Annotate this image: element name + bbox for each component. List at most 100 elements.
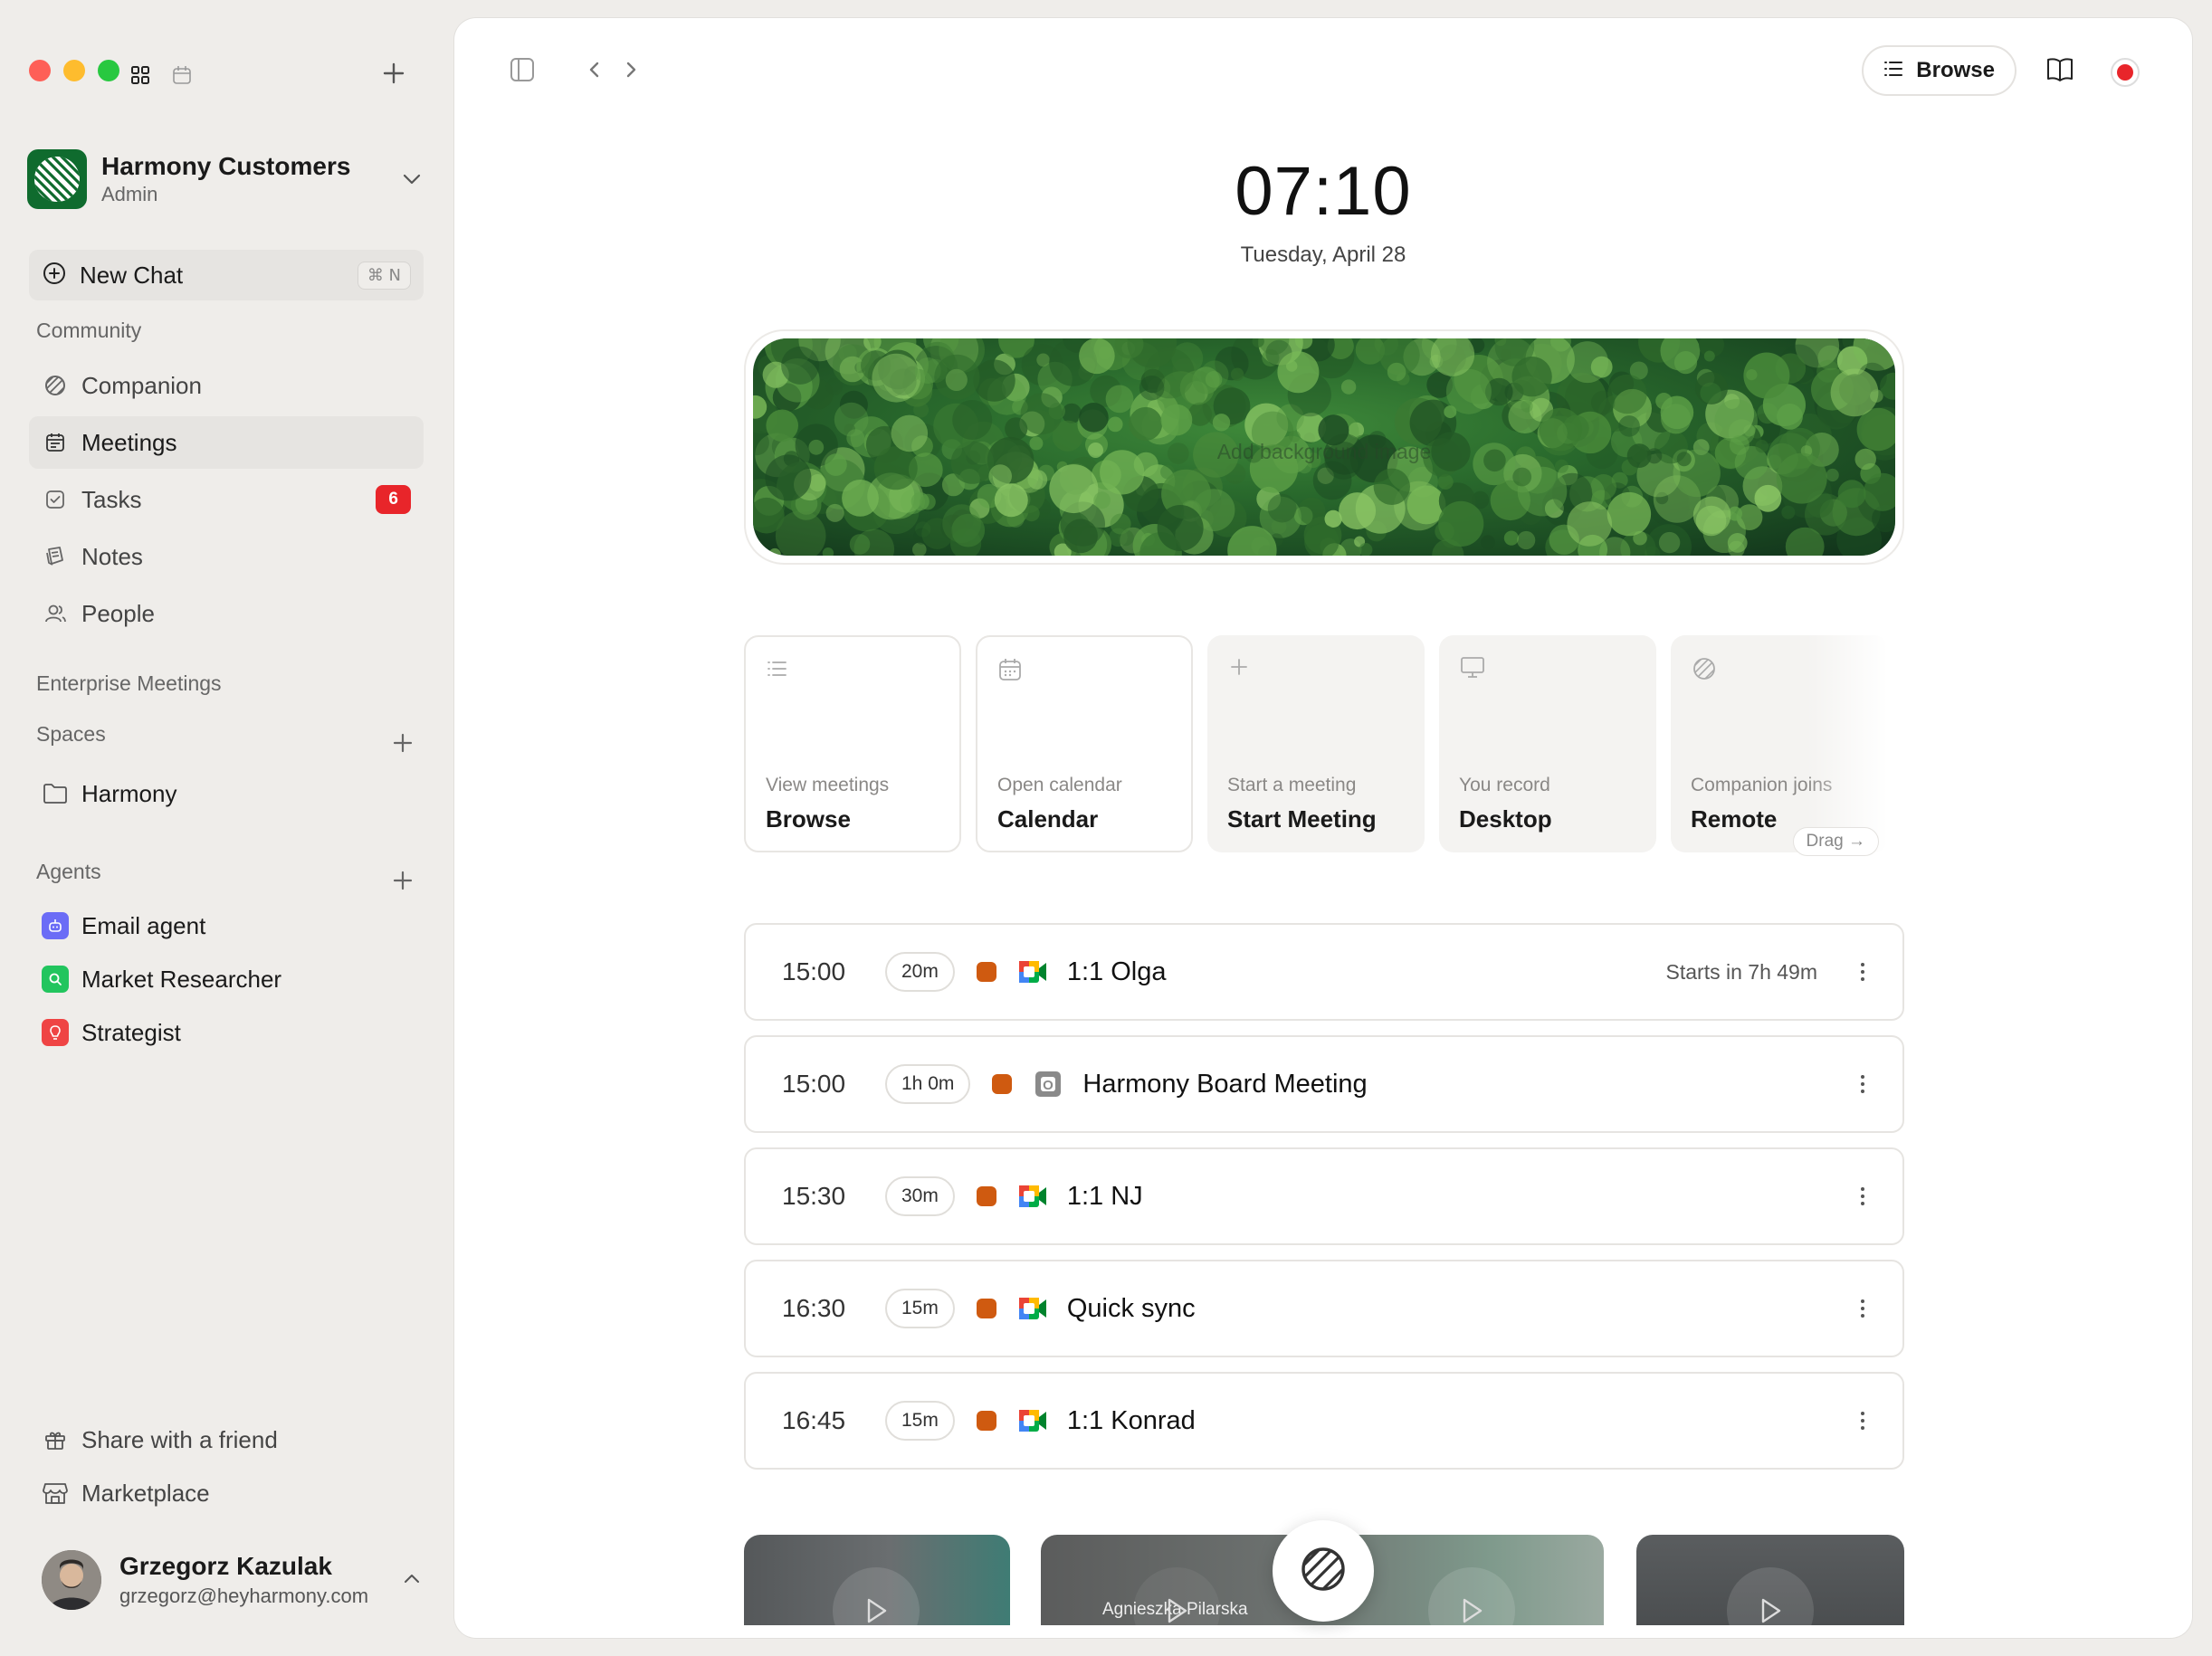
spaces-section-label: Spaces <box>36 722 106 746</box>
marketplace-link[interactable]: Marketplace <box>29 1467 424 1519</box>
more-options-icon[interactable] <box>1854 963 1872 981</box>
sidebar-item-label: Strategist <box>81 1018 181 1046</box>
drag-hint-pill[interactable]: Drag → <box>1792 827 1879 856</box>
checkbox-icon <box>42 486 69 513</box>
quick-action-title: Remote <box>1691 805 1778 833</box>
meeting-row[interactable]: 16:45 15m 1:1 Konrad <box>744 1372 1904 1470</box>
more-options-icon[interactable] <box>1854 1075 1872 1093</box>
sidebar-toggle-icon[interactable] <box>509 56 536 88</box>
record-button[interactable] <box>2111 58 2140 87</box>
user-email: grzegorz@heyharmony.com <box>119 1585 369 1607</box>
forest-background-image[interactable]: Add background image <box>753 338 1895 556</box>
sidebar-item-label: Notes <box>81 542 143 570</box>
workspace-switcher[interactable]: Harmony Customers Admin <box>27 148 425 210</box>
quick-action-title: Calendar <box>997 805 1099 833</box>
meeting-row[interactable]: 15:30 30m 1:1 NJ <box>744 1147 1904 1245</box>
add-space-plus-icon[interactable] <box>389 729 416 761</box>
store-icon <box>42 1480 69 1507</box>
more-options-icon[interactable] <box>1854 1299 1872 1318</box>
sidebar-item-email-agent[interactable]: Email agent <box>29 899 424 952</box>
quick-action-calendar[interactable]: Open calendar Calendar <box>976 635 1193 852</box>
meeting-row[interactable]: 15:00 20m 1:1 Olga Starts in 7h 49m <box>744 923 1904 1021</box>
meeting-time: 15:00 <box>782 1070 846 1098</box>
quick-action-start-meeting[interactable]: Start a meeting Start Meeting <box>1207 635 1425 852</box>
play-icon[interactable] <box>833 1567 920 1625</box>
clock-time: 07:10 <box>1235 153 1412 230</box>
add-agent-plus-icon[interactable] <box>389 867 416 899</box>
sidebar-item-label: Companion <box>81 371 202 399</box>
more-options-icon[interactable] <box>1854 1412 1872 1430</box>
play-icon[interactable] <box>1133 1567 1220 1625</box>
book-icon[interactable] <box>2045 56 2074 88</box>
meeting-time: 15:30 <box>782 1182 846 1210</box>
community-section-label: Community <box>36 319 142 342</box>
recording-thumbnail[interactable] <box>1636 1535 1904 1625</box>
sidebar-item-tasks[interactable]: Tasks 6 <box>29 473 424 526</box>
new-tab-plus-icon[interactable] <box>380 60 407 91</box>
meeting-time: 15:00 <box>782 957 846 985</box>
meeting-row[interactable]: 16:30 15m Quick sync <box>744 1260 1904 1357</box>
share-with-friend-link[interactable]: Share with a friend <box>29 1413 424 1466</box>
quick-action-desktop[interactable]: You record Desktop <box>1439 635 1656 852</box>
google-meet-icon <box>1018 1182 1047 1211</box>
quick-action-browse[interactable]: View meetings Browse <box>744 635 961 852</box>
meeting-duration: 1h 0m <box>885 1064 971 1104</box>
play-icon[interactable] <box>1727 1567 1814 1625</box>
meeting-title: Harmony Board Meeting <box>1082 1069 1368 1099</box>
lightbulb-icon <box>42 1019 69 1046</box>
calendar-icon <box>997 657 1023 687</box>
browse-button[interactable]: Browse <box>1862 45 2017 96</box>
recording-thumbnail[interactable] <box>744 1535 1010 1625</box>
sidebar-item-label: Market Researcher <box>81 965 282 993</box>
quick-action-subtitle: Open calendar <box>997 775 1122 795</box>
marketplace-label: Marketplace <box>81 1479 210 1507</box>
window-controls <box>29 60 119 81</box>
list-icon <box>1883 60 1903 82</box>
record-dot-icon <box>2117 64 2133 81</box>
sidebar-item-people[interactable]: People <box>29 587 424 640</box>
quick-actions: View meetings Browse Open calendar Calen… <box>744 635 1904 856</box>
close-window-button[interactable] <box>29 60 51 81</box>
user-menu[interactable]: Grzegorz Kazulak grzegorz@heyharmony.com <box>42 1546 422 1614</box>
notes-icon <box>42 543 69 570</box>
add-background-image-label: Add background image <box>1216 440 1432 463</box>
maximize-window-button[interactable] <box>98 60 119 81</box>
enterprise-meetings-label[interactable]: Enterprise Meetings <box>36 671 222 696</box>
card-fade-overlay <box>1807 635 1888 852</box>
meeting-duration: 20m <box>885 952 955 992</box>
sidebar-item-label: People <box>81 599 155 627</box>
sidebar-item-companion[interactable]: Companion <box>29 359 424 412</box>
play-icon[interactable] <box>1428 1567 1515 1625</box>
agents-section-label: Agents <box>36 860 101 883</box>
svg-text:O: O <box>1044 1078 1054 1093</box>
grid-icon[interactable] <box>130 65 150 85</box>
back-arrow-icon[interactable] <box>586 59 603 85</box>
quick-action-remote[interactable]: Companion joins Remote Drag → <box>1671 635 1888 856</box>
workspace-logo <box>27 149 87 209</box>
quick-action-title: Start Meeting <box>1227 805 1377 833</box>
chevron-down-icon[interactable] <box>398 166 425 193</box>
meeting-time: 16:30 <box>782 1294 846 1322</box>
background-image-frame[interactable]: Add background image <box>744 329 1904 565</box>
chevron-up-icon[interactable] <box>402 1572 422 1589</box>
main-toolbar-left <box>509 56 639 88</box>
meeting-duration: 30m <box>885 1176 955 1216</box>
meeting-row[interactable]: 15:00 1h 0m O Harmony Board Meeting <box>744 1035 1904 1133</box>
companion-icon <box>1298 1544 1349 1599</box>
sidebar-item-harmony-space[interactable]: Harmony <box>29 767 424 820</box>
meeting-title: Quick sync <box>1066 1293 1196 1323</box>
minimize-window-button[interactable] <box>63 60 85 81</box>
new-chat-button[interactable]: New Chat ⌘ N <box>29 250 424 300</box>
calendar-icon[interactable] <box>172 65 192 85</box>
sidebar-item-market-researcher[interactable]: Market Researcher <box>29 953 424 1005</box>
calendar-color-dot <box>976 1186 996 1206</box>
companion-floating-button[interactable] <box>1273 1520 1374 1622</box>
google-meet-icon <box>1018 957 1047 986</box>
outlook-icon: O <box>1034 1070 1063 1099</box>
forward-arrow-icon[interactable] <box>623 59 639 85</box>
sidebar-item-strategist[interactable]: Strategist <box>29 1006 424 1059</box>
sidebar-item-notes[interactable]: Notes <box>29 530 424 583</box>
sidebar-item-meetings[interactable]: Meetings <box>29 416 424 469</box>
more-options-icon[interactable] <box>1854 1187 1872 1205</box>
monitor-icon <box>1459 655 1486 685</box>
